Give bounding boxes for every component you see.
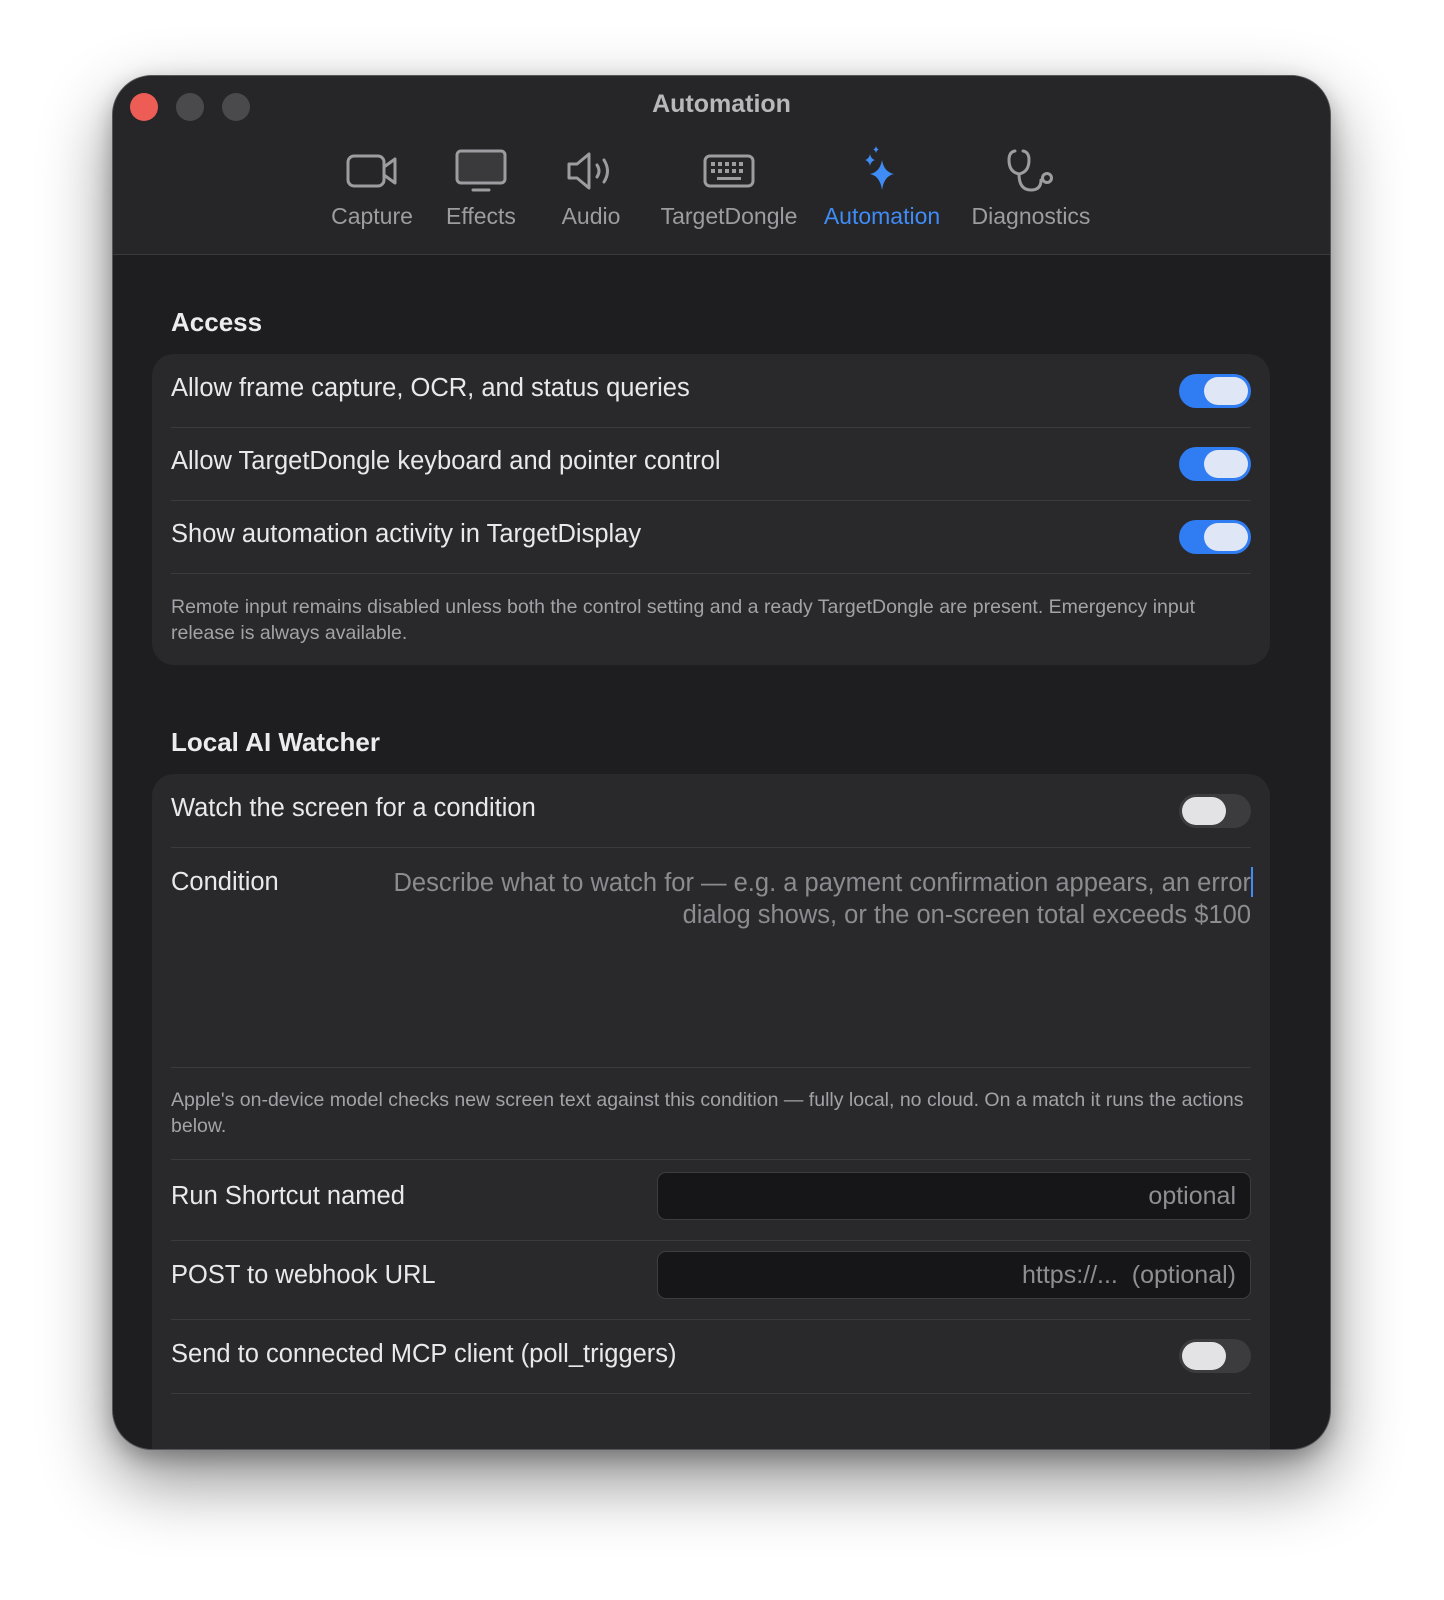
tab-audio-label: Audio — [561, 203, 621, 229]
stethoscope-icon — [963, 146, 1099, 200]
tab-effects-label: Effects — [446, 203, 516, 229]
webhook-url-input[interactable]: https://... (optional) — [657, 1251, 1251, 1299]
tab-capture[interactable]: Capture — [324, 146, 420, 230]
tab-diagnostics-label: Diagnostics — [971, 203, 1091, 229]
condition-text-area[interactable]: Describe what to watch for — e.g. a paym… — [341, 867, 1253, 931]
show-activity-label: Show automation activity in TargetDispla… — [171, 520, 642, 548]
watch-screen-row: Watch the screen for a condition — [171, 774, 1251, 848]
condition-placeholder: Describe what to watch for — e.g. a paym… — [393, 869, 1252, 929]
tab-automation-label: Automation — [823, 203, 941, 229]
watcher-section-title: Local AI Watcher — [171, 727, 381, 757]
show-activity-toggle[interactable] — [1179, 520, 1251, 554]
watch-screen-label: Watch the screen for a condition — [171, 794, 536, 822]
tab-automation[interactable]: Automation — [817, 146, 947, 230]
watch-screen-toggle[interactable] — [1179, 794, 1251, 828]
access-row-show-activity: Show automation activity in TargetDispla… — [171, 500, 1251, 574]
mcp-label: Send to connected MCP client (poll_trigg… — [171, 1340, 677, 1368]
tab-audio[interactable]: Audio — [549, 146, 633, 230]
window-title: Automation — [652, 90, 791, 118]
preferences-content: Access Allow frame capture, OCR, and sta… — [113, 254, 1330, 1449]
webhook-label: POST to webhook URL — [171, 1261, 436, 1289]
shortcut-placeholder: optional — [1148, 1182, 1236, 1210]
keyboard-icon — [653, 146, 805, 200]
tab-diagnostics[interactable]: Diagnostics — [963, 146, 1099, 230]
video-camera-icon — [324, 146, 420, 200]
watcher-card: Watch the screen for a condition Conditi… — [152, 774, 1270, 1449]
display-icon — [433, 146, 529, 200]
frame-capture-label: Allow frame capture, OCR, and status que… — [171, 374, 690, 402]
watcher-footnote: Apple's on-device model checks new scree… — [171, 1089, 1244, 1137]
mcp-row: Send to connected MCP client (poll_trigg… — [171, 1319, 1251, 1394]
shortcut-label: Run Shortcut named — [171, 1182, 405, 1210]
mcp-toggle[interactable] — [1179, 1339, 1251, 1373]
access-footnote: Remote input remains disabled unless bot… — [171, 596, 1195, 644]
access-card: Allow frame capture, OCR, and status que… — [152, 354, 1270, 665]
preferences-toolbar: Capture Effects Audio TargetDongle Autom… — [113, 146, 1330, 246]
settings-window: Automation Capture Effects Audio TargetD… — [112, 75, 1331, 1450]
keyboard-control-label: Allow TargetDongle keyboard and pointer … — [171, 447, 721, 475]
webhook-row: POST to webhook URL https://... (optiona… — [171, 1239, 1251, 1320]
title-bar: Automation Capture Effects Audio TargetD… — [113, 76, 1330, 255]
keyboard-control-toggle[interactable] — [1179, 447, 1251, 481]
text-caret — [1251, 867, 1253, 897]
tab-targetdongle[interactable]: TargetDongle — [653, 146, 805, 230]
condition-label: Condition — [171, 868, 279, 896]
speaker-icon — [549, 146, 633, 200]
access-section-title: Access — [171, 307, 263, 337]
access-row-frame-capture: Allow frame capture, OCR, and status que… — [171, 354, 1251, 428]
access-row-keyboard-control: Allow TargetDongle keyboard and pointer … — [171, 427, 1251, 501]
tab-targetdongle-label: TargetDongle — [660, 203, 798, 229]
shortcut-name-input[interactable]: optional — [657, 1172, 1251, 1220]
frame-capture-toggle[interactable] — [1179, 374, 1251, 408]
condition-row: Condition Describe what to watch for — e… — [171, 847, 1253, 1068]
tab-effects[interactable]: Effects — [433, 146, 529, 230]
sparkles-icon — [817, 146, 947, 200]
shortcut-row: Run Shortcut named optional — [171, 1159, 1251, 1241]
webhook-placeholder: https://... (optional) — [1022, 1261, 1236, 1289]
tab-capture-label: Capture — [331, 203, 413, 229]
